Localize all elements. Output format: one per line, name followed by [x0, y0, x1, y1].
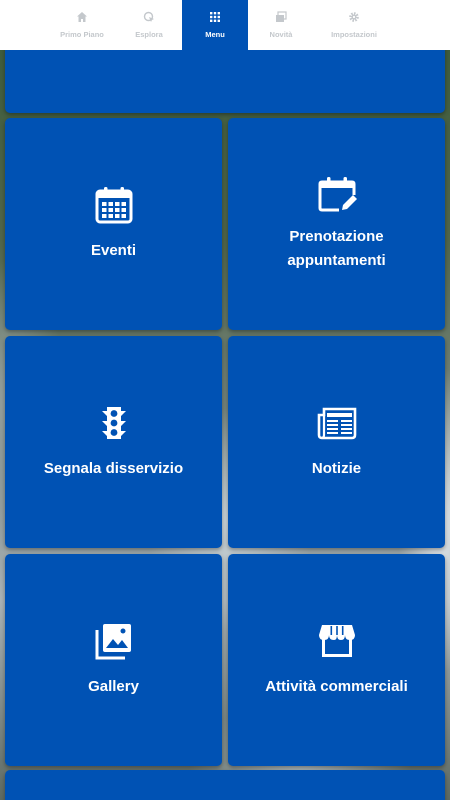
home-icon — [76, 11, 88, 25]
grid-icon — [210, 11, 220, 25]
tab-impostazioni[interactable]: Impostazioni — [314, 0, 394, 50]
newspaper-icon — [317, 407, 356, 440]
tile-eventi[interactable]: Eventi — [5, 118, 222, 330]
tab-primo-piano[interactable]: Primo Piano — [48, 0, 116, 50]
tile-gallery[interactable]: Gallery — [5, 554, 222, 766]
tab-label: Novità — [269, 30, 293, 39]
tile-label: Segnala disservizio — [43, 460, 184, 477]
menu-tile-partial-bottom[interactable] — [5, 770, 445, 800]
tile-segnala-disservizio[interactable]: Segnala disservizio — [5, 336, 222, 548]
explore-icon — [143, 11, 155, 25]
tile-label: Prenotazione appuntamenti — [287, 228, 386, 269]
gallery-icon — [95, 624, 131, 660]
tab-menu[interactable]: Menu — [182, 0, 248, 50]
tile-notizie[interactable]: Notizie — [228, 336, 445, 548]
tab-label: Impostazioni — [331, 30, 377, 39]
tile-attivita-commerciali[interactable]: Attività commerciali — [228, 554, 445, 766]
tab-esplora[interactable]: Esplora — [116, 0, 182, 50]
top-tab-bar: Primo Piano Esplora Menu Novità Impostaz… — [0, 0, 450, 50]
calendar-icon — [95, 187, 132, 224]
gear-icon — [348, 11, 360, 25]
tab-label: Esplora — [135, 30, 163, 39]
tile-label: Attività commerciali — [265, 678, 408, 695]
calendar-edit-icon — [318, 177, 357, 212]
menu-tile-partial-top[interactable] — [5, 40, 445, 113]
tab-label: Menu — [205, 30, 225, 39]
tile-prenotazione-appuntamenti[interactable]: Prenotazione appuntamenti — [228, 118, 445, 330]
tile-label: Eventi — [90, 242, 136, 259]
traffic-light-icon — [101, 407, 126, 439]
tab-label: Primo Piano — [60, 30, 104, 39]
tile-label: Gallery — [88, 678, 139, 695]
news-icon — [275, 11, 287, 25]
tab-novita[interactable]: Novità — [248, 0, 314, 50]
storefront-icon — [318, 625, 355, 657]
tile-label: Notizie — [311, 460, 362, 477]
